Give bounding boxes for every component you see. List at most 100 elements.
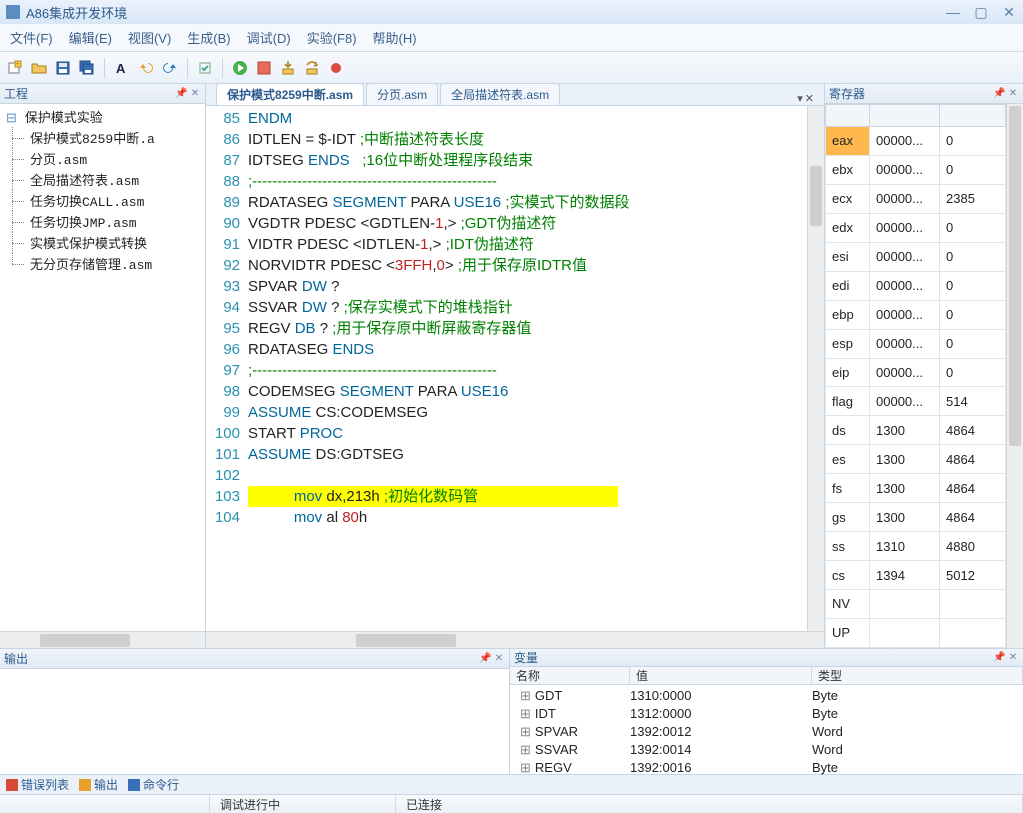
panel-pin-icon[interactable]: 📌: [993, 88, 1005, 99]
build-button[interactable]: [194, 57, 216, 79]
tab-close-icon[interactable]: ✕: [805, 92, 814, 105]
maximize-button[interactable]: ▢: [973, 4, 989, 21]
project-file[interactable]: 无分页存储管理.asm: [0, 253, 205, 274]
register-row[interactable]: eax00000...0: [826, 127, 1006, 156]
project-panel-title: 工程: [4, 85, 28, 102]
project-tree[interactable]: 保护模式实验保护模式8259中断.a分页.asm全局描述符表.asm任务切换CA…: [0, 104, 205, 631]
register-row[interactable]: es13004864: [826, 445, 1006, 474]
output-body[interactable]: [0, 669, 509, 774]
project-file[interactable]: 任务切换CALL.asm: [0, 190, 205, 211]
register-row[interactable]: UP: [826, 618, 1006, 647]
menu-bar: 文件(F) 编辑(E) 视图(V) 生成(B) 调试(D) 实验(F8) 帮助(H): [0, 24, 1023, 52]
status-debug: 调试进行中: [210, 795, 396, 813]
menu-item[interactable]: 编辑(E): [69, 28, 112, 47]
panel-close-icon[interactable]: ✕: [1007, 88, 1019, 99]
bottom-tab[interactable]: 输出: [79, 776, 118, 793]
variable-row[interactable]: ⊞SSVAR1392:0014Word: [510, 741, 1023, 759]
menu-item[interactable]: 帮助(H): [373, 28, 417, 47]
editor-tab[interactable]: 分页.asm: [366, 83, 438, 105]
register-row[interactable]: ebp00000...0: [826, 300, 1006, 329]
variables-panel-header: 变量 📌✕: [510, 649, 1023, 667]
code-editor[interactable]: 8586878889909192939495969798991001011021…: [206, 106, 824, 631]
undo-button[interactable]: [135, 57, 157, 79]
minimize-button[interactable]: —: [945, 4, 961, 21]
code-area[interactable]: ENDMIDTLEN = $-IDT ;中断描述符表长度IDTSEG ENDS …: [248, 106, 807, 631]
variables-panel-title: 变量: [514, 649, 538, 666]
register-row[interactable]: ebx00000...0: [826, 155, 1006, 184]
register-row[interactable]: edx00000...0: [826, 213, 1006, 242]
register-row[interactable]: flag00000...514: [826, 387, 1006, 416]
editor-tab[interactable]: 保护模式8259中断.asm: [216, 83, 364, 105]
project-file[interactable]: 保护模式8259中断.a: [0, 127, 205, 148]
panel-close-icon[interactable]: ✕: [1007, 652, 1019, 663]
variable-row[interactable]: ⊞IDT1312:0000Byte: [510, 705, 1023, 723]
registers-vscroll[interactable]: [1006, 104, 1023, 648]
menu-item[interactable]: 调试(D): [247, 28, 291, 47]
menu-item[interactable]: 实验(F8): [307, 28, 357, 47]
project-root[interactable]: 保护模式实验: [0, 106, 205, 127]
panel-pin-icon[interactable]: 📌: [479, 653, 491, 664]
variable-row[interactable]: ⊞GDT1310:0000Byte: [510, 687, 1023, 705]
register-row[interactable]: fs13004864: [826, 474, 1006, 503]
output-panel-title: 输出: [4, 650, 28, 667]
project-file[interactable]: 实模式保护模式转换: [0, 232, 205, 253]
var-col-value: 值: [630, 667, 812, 684]
registers-panel-title: 寄存器: [829, 85, 865, 102]
bottom-tab[interactable]: 错误列表: [6, 776, 69, 793]
register-row[interactable]: esi00000...0: [826, 242, 1006, 271]
font-button[interactable]: A: [111, 57, 133, 79]
variables-body[interactable]: ⊞GDT1310:0000Byte⊞IDT1312:0000Byte⊞SPVAR…: [510, 685, 1023, 777]
tab-dropdown-icon[interactable]: ▾: [797, 92, 803, 105]
save-all-button[interactable]: [76, 57, 98, 79]
app-icon: [6, 5, 20, 19]
register-row[interactable]: edi00000...0: [826, 271, 1006, 300]
register-row[interactable]: eip00000...0: [826, 358, 1006, 387]
stop-button[interactable]: [253, 57, 275, 79]
project-panel-header: 工程 📌✕: [0, 84, 205, 104]
breakpoint-button[interactable]: [325, 57, 347, 79]
panel-pin-icon[interactable]: 📌: [175, 88, 187, 99]
variable-row[interactable]: ⊞REGV1392:0016Byte: [510, 759, 1023, 777]
save-button[interactable]: [52, 57, 74, 79]
register-row[interactable]: esp00000...0: [826, 329, 1006, 358]
register-row[interactable]: ds13004864: [826, 416, 1006, 445]
status-connection: 已连接: [396, 795, 1023, 813]
redo-button[interactable]: [159, 57, 181, 79]
register-row[interactable]: ecx00000...2385: [826, 184, 1006, 213]
project-file[interactable]: 任务切换JMP.asm: [0, 211, 205, 232]
svg-text:+: +: [16, 62, 20, 68]
variable-row[interactable]: ⊞SPVAR1392:0012Word: [510, 723, 1023, 741]
project-file[interactable]: 分页.asm: [0, 148, 205, 169]
panel-close-icon[interactable]: ✕: [493, 653, 505, 664]
variables-header: 名称 值 类型: [510, 667, 1023, 685]
run-button[interactable]: [229, 57, 251, 79]
panel-pin-icon[interactable]: 📌: [993, 652, 1005, 663]
register-row[interactable]: gs13004864: [826, 503, 1006, 532]
new-project-button[interactable]: +: [4, 57, 26, 79]
status-bar: 调试进行中 已连接: [0, 794, 1023, 813]
project-hscroll[interactable]: [0, 631, 205, 648]
editor-tab[interactable]: 全局描述符表.asm: [440, 83, 560, 105]
step-over-button[interactable]: [301, 57, 323, 79]
close-button[interactable]: ✕: [1001, 4, 1017, 21]
registers-table[interactable]: eax00000...0ebx00000...0ecx00000...2385e…: [825, 104, 1006, 648]
editor-hscroll[interactable]: [206, 631, 824, 648]
register-row[interactable]: cs13945012: [826, 561, 1006, 590]
project-file[interactable]: 全局描述符表.asm: [0, 169, 205, 190]
title-bar: A86集成开发环境 — ▢ ✕: [0, 0, 1023, 24]
output-panel-header: 输出 📌✕: [0, 649, 509, 669]
bottom-tabstrip: 错误列表输出命令行: [0, 774, 1023, 794]
registers-panel-header: 寄存器 📌✕: [825, 84, 1023, 104]
menu-item[interactable]: 文件(F): [10, 28, 53, 47]
step-into-button[interactable]: [277, 57, 299, 79]
menu-item[interactable]: 生成(B): [187, 28, 230, 47]
menu-item[interactable]: 视图(V): [128, 28, 171, 47]
open-button[interactable]: [28, 57, 50, 79]
bottom-tab[interactable]: 命令行: [128, 776, 179, 793]
line-gutter: 8586878889909192939495969798991001011021…: [206, 106, 248, 631]
panel-close-icon[interactable]: ✕: [189, 88, 201, 99]
register-row[interactable]: ss13104880: [826, 532, 1006, 561]
window-title: A86集成开发环境: [26, 3, 127, 22]
register-row[interactable]: NV: [826, 590, 1006, 619]
editor-vscroll[interactable]: [807, 106, 824, 631]
